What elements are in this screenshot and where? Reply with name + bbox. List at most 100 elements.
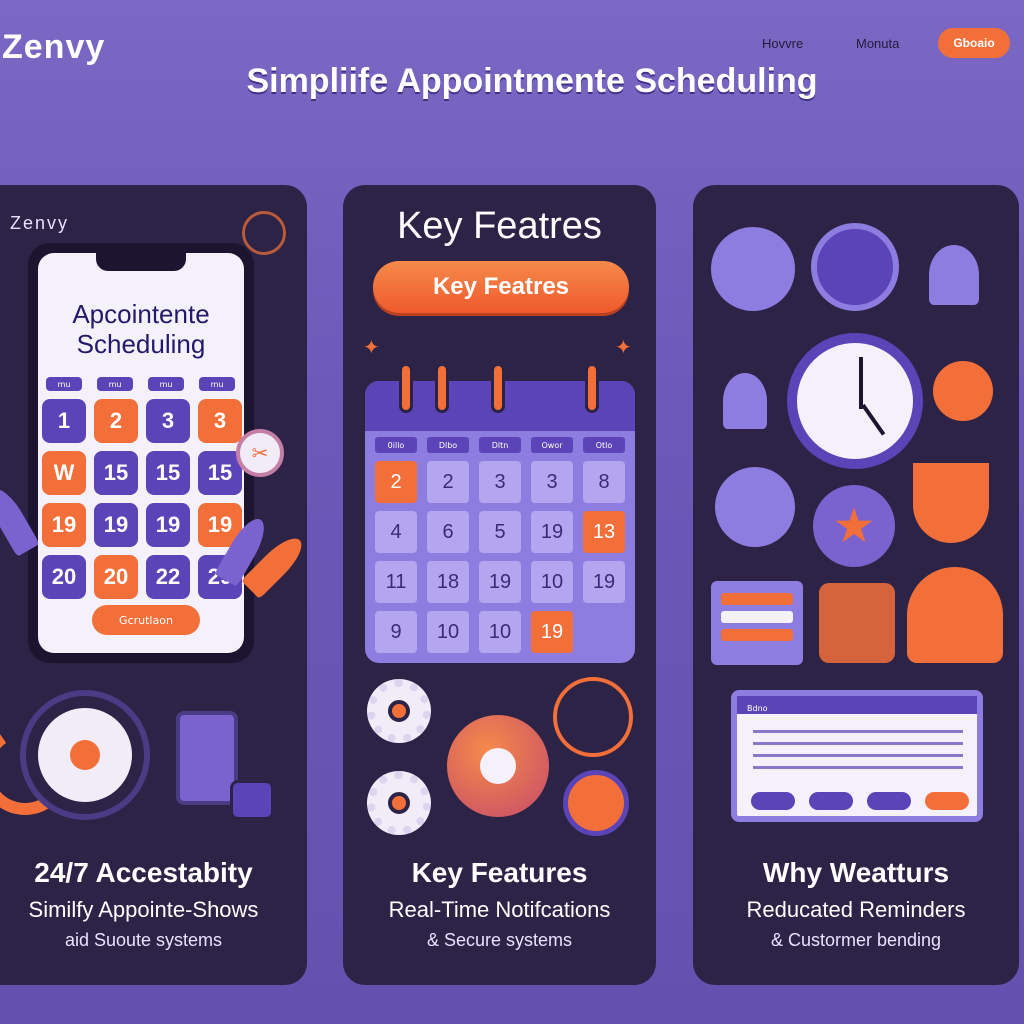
- calendar-day[interactable]: 8: [583, 461, 625, 503]
- calendar-day[interactable]: W: [42, 451, 86, 495]
- key-features-button[interactable]: Key Featres: [373, 261, 629, 313]
- avatar-icon: [711, 227, 795, 311]
- phone-schedule-button[interactable]: Gcrutlaon: [92, 605, 200, 635]
- gear-icon: [933, 361, 993, 421]
- sparkle-icon: ✦: [363, 335, 380, 359]
- calendar-day[interactable]: 3: [531, 461, 573, 503]
- card-brand: Zenvy: [10, 213, 70, 233]
- calendar-day[interactable]: 2: [427, 461, 469, 503]
- card-subtitle: Reducated Reminders: [746, 897, 966, 922]
- coin-icon: [563, 770, 629, 836]
- weekday-label: Owor: [531, 437, 573, 453]
- gear-icon: [367, 679, 431, 743]
- trophy-icon: [913, 463, 989, 543]
- dashboard-title: Bdno: [747, 704, 768, 713]
- dashboard-titlebar: Bdno: [737, 696, 977, 714]
- calendar-day[interactable]: 4: [375, 511, 417, 553]
- card-subtitle: Real-Time Notifcations: [388, 897, 611, 922]
- calendar-day[interactable]: 10: [531, 561, 573, 603]
- feature-card-key-features: Key Featres Key Featres ✦ ✦ 0illo Dlbo Dlt…: [343, 185, 656, 985]
- calendar-ring: [435, 363, 449, 413]
- nav-link-more[interactable]: Monuta: [856, 36, 899, 51]
- calendar-icon: 0illo Dlbo Dltn Owor Otlo 2 2 3 3 8 4 6 5 19 13 11 18 19…: [365, 381, 635, 663]
- table-icon: [711, 581, 803, 665]
- weekday-label: Dltn: [479, 437, 521, 453]
- calendar-day[interactable]: 19: [94, 503, 138, 547]
- calendar-day[interactable]: 20: [42, 555, 86, 599]
- calendar-day[interactable]: 1: [42, 399, 86, 443]
- calendar-day[interactable]: 3: [479, 461, 521, 503]
- wallet-icon: [230, 780, 274, 820]
- calendar-day[interactable]: 2: [94, 399, 138, 443]
- card-subtitle: Similfy Appointe-Shows: [28, 897, 259, 922]
- card-description: & Custormer bending: [770, 930, 942, 950]
- team-icon: [819, 583, 895, 663]
- weekday-label: 0illo: [375, 437, 417, 453]
- calendar-day[interactable]: 3: [198, 399, 242, 443]
- weekday-label: Otlo: [583, 437, 625, 453]
- location-pin-frame: [38, 708, 132, 802]
- weekday-label: mu: [46, 377, 82, 391]
- dashboard-window: Bdno: [731, 690, 983, 822]
- calendar-day[interactable]: 9: [375, 611, 417, 653]
- calendar-day[interactable]: 6: [427, 511, 469, 553]
- calendar-day[interactable]: 22: [146, 555, 190, 599]
- weekday-label: Dlbo: [427, 437, 469, 453]
- phone-calendar-grid: 1233W1515151919191920202229: [42, 399, 242, 599]
- scissors-icon: ✂: [236, 429, 284, 477]
- calendar-day[interactable]: 5: [479, 511, 521, 553]
- card-title: 24/7 Accestabity: [34, 857, 253, 888]
- dashboard-button[interactable]: [925, 792, 969, 810]
- phone-title: Apcointente Scheduling: [72, 299, 210, 359]
- sparkle-icon: ✦: [615, 335, 632, 359]
- cta-button[interactable]: Gboaio: [938, 28, 1010, 58]
- calendar-ring: [491, 363, 505, 413]
- calendar-day[interactable]: [583, 611, 625, 653]
- calendar-day[interactable]: 10: [427, 611, 469, 653]
- calendar-ring: [585, 363, 599, 413]
- weekday-label: mu: [199, 377, 235, 391]
- compass-icon: [242, 211, 286, 255]
- dashboard-button[interactable]: [751, 792, 795, 810]
- card-heading: Key Featres: [397, 205, 602, 247]
- dashboard-button[interactable]: [867, 792, 911, 810]
- dashboard-line: [753, 730, 963, 733]
- calendar-day[interactable]: 19: [146, 503, 190, 547]
- bell-icon: [929, 245, 979, 305]
- phone-weekday-row: mu mu mu mu: [46, 377, 235, 391]
- calendar-day[interactable]: 15: [198, 451, 242, 495]
- weekday-label: mu: [97, 377, 133, 391]
- calendar-day[interactable]: 20: [94, 555, 138, 599]
- page-headline: Simpliife Appointmente Scheduling: [246, 62, 818, 100]
- calendar-grid: 2 2 3 3 8 4 6 5 19 13 11 18 19 10 19 9 10 10 19: [375, 461, 625, 653]
- feature-card-availability: Zenvy Apcointente Scheduling mu mu mu mu 12…: [0, 185, 307, 985]
- phone-mockup: Apcointente Scheduling mu mu mu mu 1 2 3 3 W 15 1…: [28, 243, 254, 663]
- clock-icon: [787, 333, 923, 469]
- device-icon: [176, 711, 238, 805]
- dashboard-button[interactable]: [809, 792, 853, 810]
- location-pin-icon: [70, 740, 100, 770]
- calendar-day[interactable]: 18: [427, 561, 469, 603]
- bell-circle-icon: [811, 223, 899, 311]
- card-description: aid Suoute systems: [64, 930, 223, 950]
- avatar-icon: [715, 467, 795, 547]
- calendar-day[interactable]: 11: [375, 561, 417, 603]
- calendar-day[interactable]: 19: [531, 511, 573, 553]
- feature-card-why-features: ★ Bdno Why Weatturs Reducated Reminders …: [693, 185, 1019, 985]
- calendar-day[interactable]: 19: [531, 611, 573, 653]
- calendar-day[interactable]: 3: [146, 399, 190, 443]
- calendar-day[interactable]: 19: [583, 561, 625, 603]
- nav-link-home[interactable]: Hovvre: [762, 36, 803, 51]
- calendar-day[interactable]: 19: [42, 503, 86, 547]
- top-navigation: Zenvy Hovvre Monuta Gboaio: [0, 0, 1024, 70]
- calendar-day[interactable]: 19: [479, 561, 521, 603]
- dashboard-line: [753, 754, 963, 757]
- calendar-weekday-row: 0illo Dlbo Dltn Owor Otlo: [375, 437, 625, 453]
- calendar-day[interactable]: 15: [146, 451, 190, 495]
- phone-screen: Apcointente Scheduling mu mu mu mu 1 2 3 3 W 15 1…: [38, 253, 244, 653]
- calendar-day[interactable]: 15: [94, 451, 138, 495]
- calendar-day[interactable]: 2: [375, 461, 417, 503]
- weekday-label: mu: [148, 377, 184, 391]
- calendar-day[interactable]: 10: [479, 611, 521, 653]
- calendar-day[interactable]: 13: [583, 511, 625, 553]
